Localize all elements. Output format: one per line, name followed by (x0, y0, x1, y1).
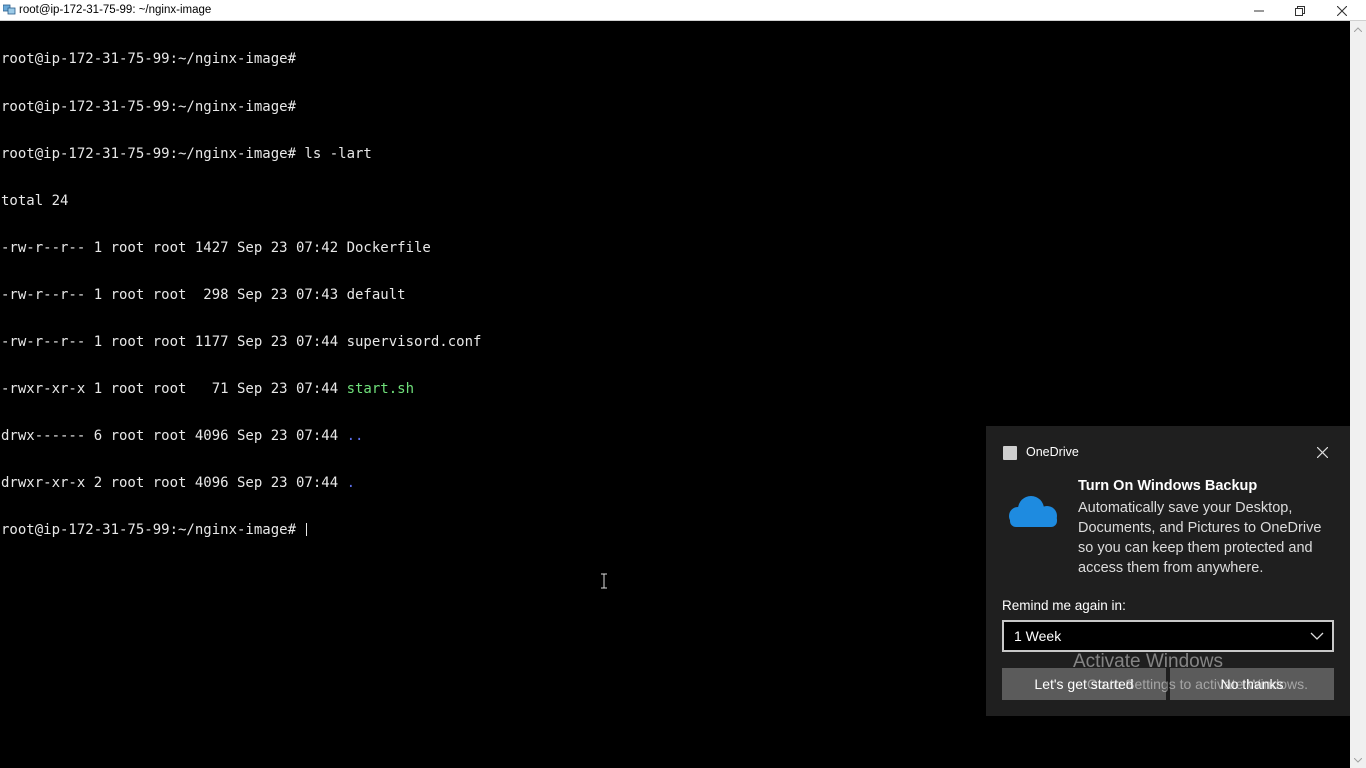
terminal-line: root@ip-172-31-75-99:~/nginx-image# (1, 51, 297, 68)
terminal-line: total 24 (1, 192, 69, 209)
title-bar: root@ip-172-31-75-99: ~/nginx-image (0, 0, 1366, 21)
onedrive-app-icon (1003, 446, 1017, 460)
listing-meta: drwxr-xr-x 2 root root 4096 Sep 23 07:44 (1, 475, 347, 492)
listing-filename: default (346, 286, 406, 303)
close-icon (1337, 5, 1347, 16)
shell-prompt: root@ip-172-31-75-99:~/nginx-image# (1, 522, 305, 539)
listing-row: -rw-r--r-- 1 root root 1427 Sep 23 07:42… (1, 239, 481, 257)
minimize-button[interactable] (1239, 0, 1279, 21)
prompt-line[interactable]: root@ip-172-31-75-99:~/nginx-image# (1, 522, 481, 539)
listing-meta: -rw-r--r-- 1 root root 1427 Sep 23 07:42 (1, 239, 347, 256)
text-cursor (306, 523, 308, 537)
onedrive-cloud-icon (1009, 496, 1057, 527)
listing-filename-directory: .. (346, 428, 364, 445)
putty-app-icon (3, 4, 16, 15)
onedrive-notification: OneDrive Turn On Windows Backup Automati… (986, 426, 1350, 716)
close-icon (1316, 446, 1328, 458)
listing-row: drwx------ 6 root root 4096 Sep 23 07:44… (1, 428, 481, 445)
ibeam-cursor-icon (601, 573, 607, 589)
listing-row: -rw-r--r-- 1 root root 298 Sep 23 07:43 … (1, 286, 481, 304)
notification-app-name: OneDrive (1026, 445, 1079, 459)
minimize-icon (1254, 10, 1264, 11)
scroll-down-button[interactable] (1350, 752, 1366, 768)
terminal-line: root@ip-172-31-75-99:~/nginx-image# ls -… (1, 145, 372, 162)
remind-interval-select[interactable]: 1 Week (1002, 620, 1334, 652)
remind-selected-value: 1 Week (1014, 628, 1062, 644)
listing-meta: -rw-r--r-- 1 root root 1177 Sep 23 07:44 (1, 333, 347, 350)
listing-meta: -rw-r--r-- 1 root root 298 Sep 23 07:43 (1, 286, 347, 303)
lets-get-started-button[interactable]: Let's get started (1002, 668, 1166, 700)
notification-heading: Turn On Windows Backup (1078, 478, 1258, 494)
chevron-down-icon (1354, 757, 1362, 763)
restore-icon (1295, 5, 1305, 16)
terminal-line: root@ip-172-31-75-99:~/nginx-image# (1, 98, 297, 115)
remind-label: Remind me again in: (1002, 598, 1126, 613)
listing-filename-executable: start.sh (346, 381, 415, 398)
no-thanks-button[interactable]: No thanks (1170, 668, 1334, 700)
terminal-output: root@ip-172-31-75-99:~/nginx-image# root… (1, 21, 481, 570)
notification-close-button[interactable] (1314, 444, 1330, 460)
window-title: root@ip-172-31-75-99: ~/nginx-image (19, 4, 212, 16)
listing-filename: supervisord.conf (346, 333, 482, 350)
chevron-down-icon (1310, 632, 1324, 640)
close-window-button[interactable] (1322, 0, 1362, 21)
restore-button[interactable] (1280, 0, 1320, 21)
listing-row: -rwxr-xr-x 1 root root 71 Sep 23 07:44 s… (1, 381, 481, 398)
vertical-scrollbar[interactable] (1350, 21, 1366, 768)
listing-row: -rw-r--r-- 1 root root 1177 Sep 23 07:44… (1, 333, 482, 351)
notification-body: Automatically save your Desktop, Documen… (1078, 500, 1322, 576)
listing-meta: drwx------ 6 root root 4096 Sep 23 07:44 (1, 428, 347, 445)
listing-meta: -rwxr-xr-x 1 root root 71 Sep 23 07:44 (1, 381, 347, 398)
scroll-up-button[interactable] (1350, 21, 1366, 37)
chevron-up-icon (1354, 26, 1362, 32)
listing-filename-directory: . (346, 475, 356, 492)
listing-filename: Dockerfile (346, 239, 431, 256)
listing-row: drwxr-xr-x 2 root root 4096 Sep 23 07:44… (1, 475, 481, 492)
